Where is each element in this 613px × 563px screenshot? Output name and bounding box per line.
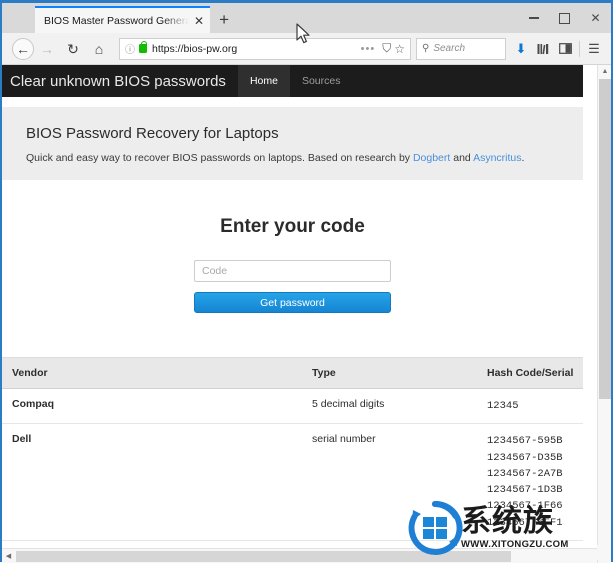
site-navbar: Clear unknown BIOS passwords Home Source… <box>2 65 583 97</box>
th-hash: Hash Code/Serial <box>477 358 583 389</box>
url-text: https://bios-pw.org <box>152 43 357 55</box>
search-icon: ⚲ <box>422 43 429 54</box>
toolbar-divider <box>579 41 580 57</box>
th-vendor: Vendor <box>2 358 302 389</box>
page-title: BIOS Password Recovery for Laptops <box>26 125 583 142</box>
table-head: Vendor Type Hash Code/Serial <box>2 358 583 389</box>
library-icon[interactable] <box>532 37 554 61</box>
subtitle-text-2: and <box>450 152 473 164</box>
vendor-table: Vendor Type Hash Code/Serial Compaq 5 de… <box>2 357 583 541</box>
download-icon[interactable]: ⬇ <box>510 37 532 61</box>
page-subtitle: Quick and easy way to recover BIOS passw… <box>26 152 583 164</box>
lock-icon <box>139 44 147 53</box>
horizontal-scrollbar[interactable]: ◀ <box>2 548 597 563</box>
reload-button[interactable]: ↻ <box>60 37 86 61</box>
scrollbar-corner <box>597 545 611 560</box>
code-form-section: Enter your code Get password <box>2 180 583 357</box>
table-row: Dell serial number 1234567-595B1234567-D… <box>2 424 583 541</box>
maximize-button[interactable] <box>549 4 580 32</box>
page-actions-icon[interactable]: ••• <box>361 43 376 55</box>
site-nav-home[interactable]: Home <box>238 65 290 97</box>
bookmark-star-icon[interactable]: ☆ <box>394 42 405 56</box>
forward-button[interactable]: → <box>34 37 60 61</box>
tab-strip: BIOS Master Password Generator fo ✕ + ✕ <box>2 3 611 33</box>
navigation-toolbar: ← → ↻ ⌂ ⓘ https://bios-pw.org ••• ⛉ ☆ ⚲ … <box>2 33 611 65</box>
table-body: Compaq 5 decimal digits 12345 Dell seria… <box>2 389 583 541</box>
cell-type: serial number <box>302 424 477 541</box>
toolbar-right-icons: ⬇ ☰ <box>510 37 605 61</box>
back-arrow-icon: ← <box>16 42 30 56</box>
jumbotron: BIOS Password Recovery for Laptops Quick… <box>2 107 583 180</box>
sidebar-icon[interactable] <box>554 37 576 61</box>
window-controls: ✕ <box>518 3 611 33</box>
th-type: Type <box>302 358 477 389</box>
library-icon-svg <box>537 43 550 55</box>
tracking-shield-icon[interactable]: ⛉ <box>382 41 391 56</box>
browser-window: BIOS Master Password Generator fo ✕ + ✕ … <box>0 0 613 562</box>
table-row: Compaq 5 decimal digits 12345 <box>2 389 583 424</box>
reload-icon: ↻ <box>67 42 79 56</box>
form-heading: Enter your code <box>220 216 365 238</box>
new-tab-button[interactable]: + <box>210 6 238 33</box>
close-window-button[interactable]: ✕ <box>580 4 611 32</box>
cell-hash: 1234567-595B1234567-D35B1234567-2A7B1234… <box>477 424 583 541</box>
link-dogbert[interactable]: Dogbert <box>413 152 450 164</box>
search-bar[interactable]: ⚲ Search <box>416 38 506 60</box>
table-header-row: Vendor Type Hash Code/Serial <box>2 358 583 389</box>
tab-title: BIOS Master Password Generator fo <box>44 15 189 27</box>
home-button[interactable]: ⌂ <box>86 37 112 61</box>
cell-hash: 12345 <box>477 389 583 424</box>
site-nav-sources[interactable]: Sources <box>290 65 353 97</box>
vertical-scrollbar[interactable]: ▲ <box>597 65 611 563</box>
url-bar[interactable]: ⓘ https://bios-pw.org ••• ⛉ ☆ <box>119 38 411 60</box>
scroll-left-arrow-icon[interactable]: ◀ <box>2 549 15 563</box>
tab-strip-left-padding <box>2 3 35 33</box>
browser-tab[interactable]: BIOS Master Password Generator fo ✕ <box>35 6 210 33</box>
home-icon: ⌂ <box>95 42 103 56</box>
subtitle-text-3: . <box>522 152 525 164</box>
cell-vendor: Compaq <box>2 389 302 424</box>
site-brand[interactable]: Clear unknown BIOS passwords <box>2 65 238 97</box>
page-viewport: Clear unknown BIOS passwords Home Source… <box>2 65 611 563</box>
menu-hamburger-icon[interactable]: ☰ <box>583 37 605 61</box>
cell-type: 5 decimal digits <box>302 389 477 424</box>
tab-strip-spacer <box>238 3 518 33</box>
forward-arrow-icon: → <box>40 42 54 56</box>
back-button[interactable]: ← <box>12 38 34 60</box>
horizontal-scroll-thumb[interactable] <box>16 551 511 562</box>
site-info-icon[interactable]: ⓘ <box>125 41 135 56</box>
minimize-button[interactable] <box>518 4 549 32</box>
page-content: Clear unknown BIOS passwords Home Source… <box>2 65 583 546</box>
search-placeholder: Search <box>433 43 465 54</box>
sidebar-icon-svg <box>559 43 572 54</box>
subtitle-text-1: Quick and easy way to recover BIOS passw… <box>26 152 413 164</box>
get-password-button[interactable]: Get password <box>194 292 391 313</box>
link-asyncritus[interactable]: Asyncritus <box>473 152 521 164</box>
code-input[interactable] <box>194 260 391 282</box>
scroll-up-arrow-icon[interactable]: ▲ <box>598 65 612 78</box>
cell-vendor: Dell <box>2 424 302 541</box>
vertical-scroll-thumb[interactable] <box>599 79 611 399</box>
tab-close-icon[interactable]: ✕ <box>194 15 204 27</box>
